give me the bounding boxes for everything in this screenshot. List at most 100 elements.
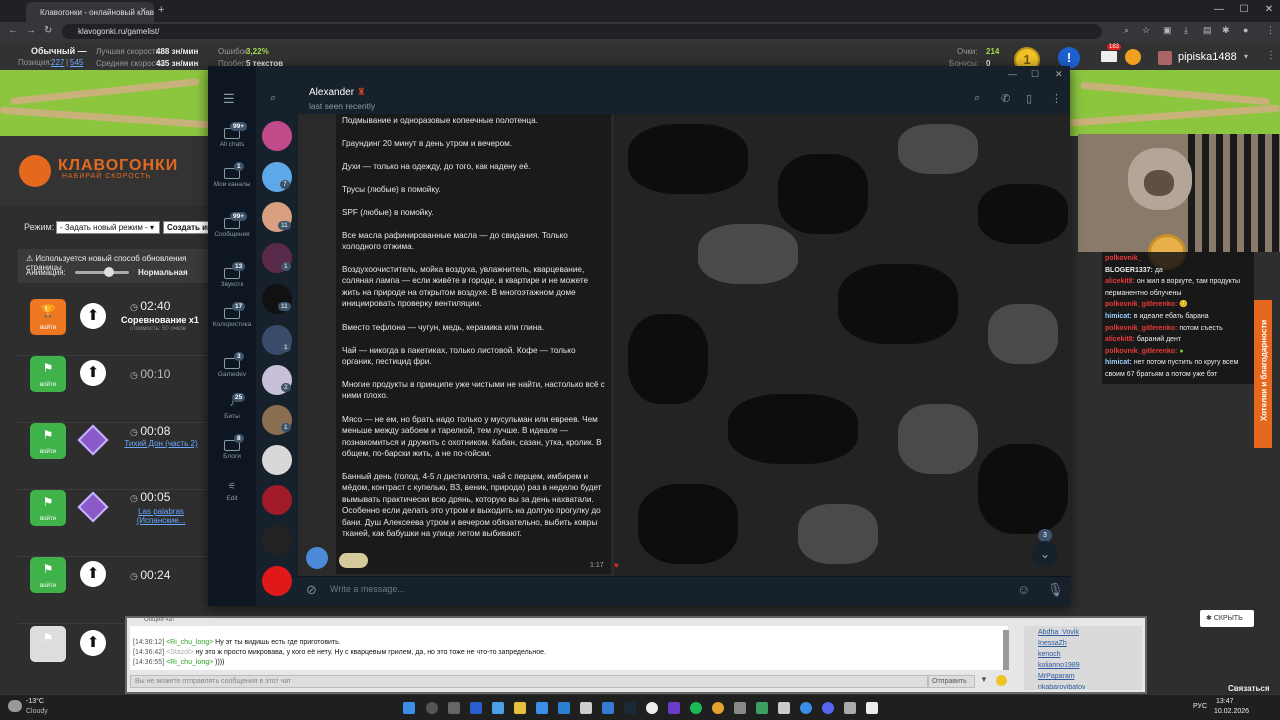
browser-menu-icon[interactable]: ⋮ — [1266, 25, 1275, 36]
folder-blogs[interactable]: Блоги — [208, 440, 256, 461]
chat-avatar[interactable] — [262, 525, 292, 555]
folder-my-channels[interactable]: Мои каналы — [208, 168, 256, 189]
chat-avatar[interactable] — [262, 445, 292, 475]
extensions-icon[interactable]: ✱ — [1222, 25, 1230, 36]
app-icon[interactable] — [646, 702, 658, 714]
telegram-icon[interactable] — [602, 702, 614, 714]
general-chat-title[interactable]: Общий чат — [144, 617, 175, 623]
minimize-icon[interactable]: — — [1213, 4, 1225, 15]
search-icon[interactable]: ⌕ — [270, 92, 276, 105]
profile-icon[interactable]: ● — [1243, 25, 1248, 35]
contact-name[interactable]: Alexander ♜ — [309, 87, 366, 98]
folder-coloristics[interactable]: Колористика — [208, 308, 256, 329]
game-text-link[interactable]: Las palabras (Испанские... — [118, 507, 204, 525]
game-text-link[interactable]: Тихий Дон (часть 2) — [118, 439, 204, 448]
message-input[interactable]: Write a message... — [330, 584, 405, 594]
clock-time[interactable]: 13:47 — [1216, 698, 1234, 705]
close-tab-icon[interactable]: ✕ — [140, 6, 147, 15]
chat-user[interactable]: kolianno1989 — [1038, 662, 1080, 669]
smiley-icon[interactable] — [996, 675, 1007, 686]
search-icon[interactable]: ⌕ — [974, 92, 980, 105]
create-game-button[interactable]: Создать игру — [163, 221, 210, 234]
chat-user[interactable]: Abdha_Vovik — [1038, 629, 1079, 636]
attach-icon[interactable]: ⊘ — [306, 582, 317, 598]
search-icon[interactable] — [426, 702, 438, 714]
hide-button[interactable]: ✱ СКРЫТЬ — [1200, 610, 1254, 627]
filter-icon[interactable]: ▼ — [980, 675, 988, 684]
browser-tab[interactable]: Клавогонки - онлайновый клавиатурный тре… — [26, 2, 154, 22]
join-button[interactable]: ⚑ войти — [30, 423, 66, 459]
discord-icon[interactable] — [822, 702, 834, 714]
emoji-icon[interactable]: ☺ — [1017, 582, 1030, 597]
sidebar-toggle-icon[interactable]: ▯ — [1026, 92, 1032, 105]
reaction-chip[interactable] — [339, 553, 368, 568]
app-icon[interactable] — [470, 702, 482, 714]
app-icon[interactable] — [558, 702, 570, 714]
chat-user[interactable]: MrPaparam — [1038, 673, 1075, 680]
menu-icon[interactable]: ☰ — [223, 91, 235, 107]
minimize-icon[interactable]: — — [1008, 69, 1017, 79]
weather-temp[interactable]: -13°C — [26, 698, 44, 705]
chevron-down-icon[interactable]: ▾ — [1244, 52, 1248, 61]
join-button[interactable]: ⚑ войти — [30, 557, 66, 593]
username[interactable]: pipiska1488 — [1178, 51, 1237, 63]
microphone-icon[interactable]: 🎙 — [1047, 582, 1064, 598]
avatar[interactable] — [1158, 51, 1172, 65]
app-icon[interactable] — [844, 702, 856, 714]
mail-icon[interactable] — [1101, 51, 1117, 62]
app-icon[interactable] — [778, 702, 790, 714]
forward-icon[interactable]: → — [26, 25, 36, 36]
chat-user[interactable]: nkabarovibatov — [1038, 684, 1085, 690]
close-window-icon[interactable]: ✕ — [1263, 4, 1275, 15]
more-icon[interactable]: ⋮ — [1051, 92, 1062, 105]
close-icon[interactable]: ✕ — [1055, 69, 1063, 80]
chat-avatar[interactable] — [262, 566, 292, 596]
app-icon[interactable] — [866, 702, 878, 714]
mode-select[interactable]: - Задать новый режим - ▾ — [56, 221, 160, 234]
position-value[interactable]: 227 — [51, 58, 64, 67]
app-icon[interactable] — [668, 702, 680, 714]
app-icon[interactable] — [580, 702, 592, 714]
contact-link[interactable]: Связаться — [1228, 684, 1270, 693]
logo-icon[interactable] — [19, 155, 51, 187]
folder-sounds[interactable]: Звукотк — [208, 268, 256, 289]
folder-gamedev[interactable]: Gamedev — [208, 358, 256, 379]
task-view-icon[interactable] — [448, 702, 460, 714]
reload-icon[interactable]: ↻ — [44, 25, 52, 36]
join-button[interactable]: ⚑ — [30, 626, 66, 662]
position-total[interactable]: 545 — [70, 58, 83, 67]
input-language[interactable]: РУС — [1193, 703, 1207, 710]
cloud-icon[interactable] — [8, 700, 22, 712]
new-tab-icon[interactable]: + — [158, 4, 164, 16]
folder-messages[interactable]: Сообщения — [208, 218, 256, 239]
animation-slider[interactable] — [75, 271, 129, 274]
send-button[interactable]: Отправить — [928, 675, 975, 688]
phone-icon[interactable]: ✆ — [1001, 92, 1010, 105]
chat-user[interactable]: kenoch — [1038, 651, 1061, 658]
maximize-icon[interactable]: ☐ — [1031, 69, 1039, 80]
join-button[interactable]: ⚑ войти — [30, 490, 66, 526]
folder-edit[interactable]: ⚟ Edit — [208, 482, 256, 503]
sender-avatar[interactable] — [306, 547, 328, 569]
chat-input[interactable]: Вы не можете отправлять сообщения в этот… — [130, 675, 928, 688]
start-icon[interactable] — [403, 702, 415, 714]
scroll-down-button[interactable]: ⌄ — [1032, 541, 1058, 567]
steam-icon[interactable] — [624, 702, 636, 714]
url-field[interactable]: klavogonki.ru/gamelist/ — [62, 24, 1102, 39]
file-explorer-icon[interactable] — [514, 702, 526, 714]
animation-slider-handle[interactable] — [104, 267, 114, 277]
app-icon[interactable] — [492, 702, 504, 714]
app-icon[interactable] — [756, 702, 768, 714]
join-button[interactable]: ⚑ войти — [30, 356, 66, 392]
maximize-icon[interactable]: ☐ — [1238, 4, 1250, 15]
chat-avatar[interactable] — [262, 121, 292, 151]
app-icon[interactable] — [536, 702, 548, 714]
chat-user[interactable]: InessaZh — [1038, 640, 1067, 647]
sun-icon[interactable] — [1125, 49, 1141, 65]
clock-date[interactable]: 10.02.2026 — [1214, 708, 1249, 715]
bookmark-star-icon[interactable]: ☆ — [1142, 25, 1150, 36]
chat-scrollbar[interactable] — [1003, 630, 1009, 670]
folder-beats[interactable]: ♪ Биты — [208, 399, 256, 421]
app-icon[interactable] — [800, 702, 812, 714]
more-icon[interactable]: ⋮ — [1266, 50, 1276, 61]
